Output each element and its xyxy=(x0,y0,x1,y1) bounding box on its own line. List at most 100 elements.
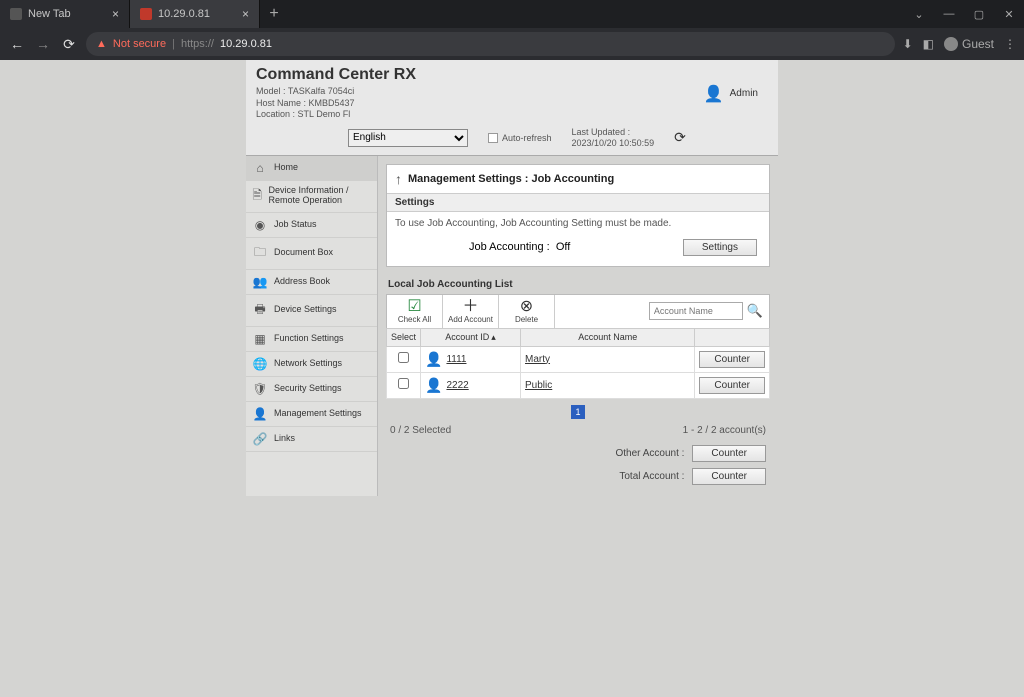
settings-note: To use Job Accounting, Job Accounting Se… xyxy=(387,212,769,235)
other-account-label: Other Account : xyxy=(615,448,684,459)
location-value: STL Demo Fl xyxy=(298,109,351,119)
admin-link[interactable]: 👤 Admin xyxy=(704,66,758,121)
pagination: 1 xyxy=(386,399,770,425)
sidebar-item-function-settings[interactable]: ▦Function Settings xyxy=(246,327,377,352)
sidebar-item-home[interactable]: ⌂Home xyxy=(246,156,377,181)
new-tab-button[interactable]: + xyxy=(260,0,288,28)
search-input[interactable] xyxy=(649,302,743,320)
up-arrow-icon[interactable]: ↑ xyxy=(395,171,402,187)
forward-button[interactable]: → xyxy=(34,36,52,52)
col-account-name[interactable]: Account Name xyxy=(521,328,695,346)
warning-icon: ▲ xyxy=(96,38,107,50)
gear-icon: 🖶 xyxy=(252,300,268,321)
refresh-icon[interactable]: ⟳ xyxy=(674,129,686,146)
window-maximize-button[interactable]: ▢ xyxy=(964,0,994,28)
account-name-link[interactable]: Public xyxy=(525,380,552,391)
account-id-link[interactable]: 1111 xyxy=(446,354,466,365)
add-account-button[interactable]: ＋ Add Account xyxy=(443,295,499,328)
sidebar-item-address-book[interactable]: 👥Address Book xyxy=(246,270,377,295)
search-icon[interactable]: 🔍 xyxy=(747,303,763,319)
list-toolbar: ☑ Check All ＋ Add Account ⊗ Delete 🔍 xyxy=(386,294,770,328)
close-icon[interactable]: × xyxy=(112,7,119,21)
url-prefix: https:// xyxy=(181,38,214,50)
page-title: Command Center RX xyxy=(256,66,704,84)
sidebar: ⌂Home 🗎Device Information / Remote Opera… xyxy=(246,156,378,496)
table-row: 👤 2222 Public Counter xyxy=(387,372,770,398)
account-id-link[interactable]: 2222 xyxy=(446,380,468,391)
window-minimize-button[interactable]: — xyxy=(934,0,964,28)
sidebar-item-links[interactable]: 🔗Links xyxy=(246,427,377,452)
browser-tab-strip: New Tab × 10.29.0.81 × + ⌄ — ▢ ✕ xyxy=(0,0,1024,28)
selected-count: 0 / 2 Selected xyxy=(390,425,451,436)
profile-label: Guest xyxy=(962,37,994,51)
panel-title: Management Settings : Job Accounting xyxy=(408,173,614,185)
delete-button[interactable]: ⊗ Delete xyxy=(499,295,555,328)
row-checkbox[interactable] xyxy=(398,352,409,363)
sidebar-item-management-settings[interactable]: 👤Management Settings xyxy=(246,402,377,427)
language-select[interactable]: English xyxy=(348,129,468,147)
sidebar-item-device-info[interactable]: 🗎Device Information / Remote Operation xyxy=(246,181,377,213)
home-icon: ⌂ xyxy=(252,161,268,175)
location-label: Location : xyxy=(256,109,295,119)
settings-section-header: Settings xyxy=(387,194,769,212)
url-host: 10.29.0.81 xyxy=(220,38,272,50)
col-account-id[interactable]: Account ID▴ xyxy=(421,328,521,346)
link-icon: 🔗 xyxy=(252,432,268,446)
auto-refresh-checkbox[interactable]: Auto-refresh xyxy=(488,133,552,143)
menu-icon[interactable]: ⋮ xyxy=(1004,37,1016,51)
job-accounting-value: Off xyxy=(556,241,570,253)
function-icon: ▦ xyxy=(252,332,268,346)
shield-icon: 🛡 xyxy=(252,382,268,396)
model-value: TASKalfa 7054ci xyxy=(288,86,354,96)
account-icon: 👤 xyxy=(425,351,442,367)
sidebar-item-network-settings[interactable]: 🌐Network Settings xyxy=(246,352,377,377)
download-icon[interactable]: ⬇ xyxy=(903,37,913,51)
reload-button[interactable]: ⟳ xyxy=(60,36,78,53)
plus-icon: ＋ xyxy=(462,299,478,315)
sidebar-item-document-box[interactable]: 🗀Document Box xyxy=(246,238,377,270)
sidebar-item-device-settings[interactable]: 🖶Device Settings xyxy=(246,295,377,327)
sort-asc-icon: ▴ xyxy=(491,332,496,343)
management-icon: 👤 xyxy=(252,407,268,421)
last-updated: Last Updated : 2023/10/20 10:50:59 xyxy=(572,127,655,149)
account-name-link[interactable]: Marty xyxy=(525,354,550,365)
user-icon: 👤 xyxy=(704,84,724,104)
back-button[interactable]: ← xyxy=(8,36,26,52)
settings-button[interactable]: Settings xyxy=(683,239,757,256)
document-icon: 🗎 xyxy=(252,186,263,207)
auto-refresh-label: Auto-refresh xyxy=(502,133,552,143)
page-1-button[interactable]: 1 xyxy=(571,405,585,419)
counter-button[interactable]: Counter xyxy=(699,351,765,368)
globe-icon: 🌐 xyxy=(252,357,268,371)
folder-icon: 🗀 xyxy=(252,243,268,264)
account-icon: 👤 xyxy=(425,377,442,393)
list-title: Local Job Accounting List xyxy=(386,275,770,294)
url-input[interactable]: ▲ Not secure | https://10.29.0.81 xyxy=(86,32,895,56)
total-account-counter-button[interactable]: Counter xyxy=(692,468,766,485)
model-label: Model : xyxy=(256,86,286,96)
other-account-counter-button[interactable]: Counter xyxy=(692,445,766,462)
window-close-button[interactable]: ✕ xyxy=(994,0,1024,28)
panel-icon[interactable]: ◧ xyxy=(923,37,934,51)
not-secure-label: Not secure xyxy=(113,38,166,50)
sidebar-item-job-status[interactable]: ◉Job Status xyxy=(246,213,377,238)
check-icon: ☑ xyxy=(407,299,421,315)
table-row: 👤 1111 Marty Counter xyxy=(387,346,770,372)
tab-title: 10.29.0.81 xyxy=(158,8,210,20)
range-text: 1 - 2 / 2 account(s) xyxy=(683,425,766,436)
profile-button[interactable]: Guest xyxy=(944,37,994,51)
job-accounting-label: Job Accounting : xyxy=(469,241,550,253)
tab-title: New Tab xyxy=(28,8,71,20)
chevron-down-icon[interactable]: ⌄ xyxy=(904,0,934,28)
hostname-value: KMBD5437 xyxy=(309,98,355,108)
eye-icon: ◉ xyxy=(252,218,268,232)
check-all-button[interactable]: ☑ Check All xyxy=(387,295,443,328)
admin-label: Admin xyxy=(730,88,758,99)
browser-tab-newtab[interactable]: New Tab × xyxy=(0,0,130,28)
counter-button[interactable]: Counter xyxy=(699,377,765,394)
row-checkbox[interactable] xyxy=(398,378,409,389)
close-icon[interactable]: × xyxy=(242,7,249,21)
sidebar-item-security-settings[interactable]: 🛡Security Settings xyxy=(246,377,377,402)
favicon-icon xyxy=(140,8,152,20)
browser-tab-active[interactable]: 10.29.0.81 × xyxy=(130,0,260,28)
